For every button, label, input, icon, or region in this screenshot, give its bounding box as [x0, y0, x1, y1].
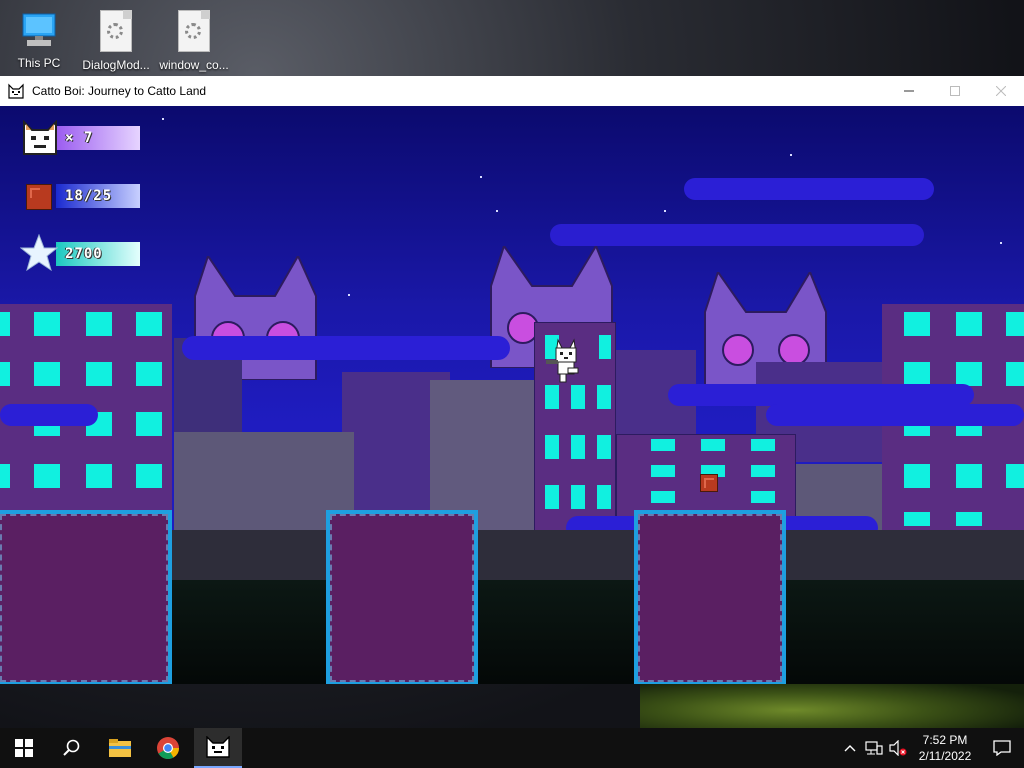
hud-score: 2700	[20, 234, 142, 272]
desktop-icon-window-config[interactable]: window_co...	[155, 8, 233, 72]
notification-icon	[993, 740, 1011, 756]
start-icon	[15, 739, 33, 757]
star-decoration	[496, 210, 498, 212]
background-building	[430, 380, 542, 530]
chrome-icon	[157, 737, 179, 759]
star-decoration	[790, 154, 792, 156]
network-button[interactable]	[862, 728, 886, 768]
window-title: Catto Boi: Journey to Catto Land	[32, 84, 207, 98]
volume-button[interactable]	[886, 728, 910, 768]
star-decoration	[1000, 242, 1002, 244]
cloud	[182, 336, 510, 360]
start-button[interactable]	[0, 728, 48, 768]
clock-time: 7:52 PM	[922, 733, 968, 747]
volume-muted-icon	[889, 740, 907, 756]
chevron-up-icon	[844, 745, 856, 752]
taskbar-clock[interactable]: 7:52 PM 2/11/2022	[910, 732, 980, 764]
platform-block	[634, 510, 786, 684]
star-decoration	[480, 176, 482, 178]
hud-lives: × 7	[20, 118, 142, 156]
coin-icon	[26, 184, 52, 210]
star-decoration	[664, 210, 666, 212]
chrome-button[interactable]	[144, 728, 192, 768]
hud-coins: 18/25	[20, 176, 142, 214]
cloud	[766, 404, 1024, 426]
star-decoration	[162, 118, 164, 120]
maximize-button[interactable]	[932, 76, 978, 106]
catto-boi-app-icon	[206, 736, 230, 758]
window-titlebar[interactable]: Catto Boi: Journey to Catto Land	[0, 76, 1024, 106]
settings-file-icon	[100, 10, 132, 52]
show-hidden-icons-button[interactable]	[838, 728, 862, 768]
star-decoration	[348, 294, 350, 296]
catto-boi-app-icon	[8, 83, 24, 99]
catto-boi-taskbar-button[interactable]	[194, 728, 242, 768]
coin-pickup	[700, 474, 718, 492]
computer-icon	[17, 8, 61, 52]
platform-block	[0, 510, 172, 684]
taskbar: 7:52 PM 2/11/2022	[0, 728, 1024, 768]
desktop-icon-label: window_co...	[159, 58, 229, 72]
file-explorer-button[interactable]	[96, 728, 144, 768]
cloud	[550, 224, 924, 246]
desktop-icon-label: DialogMod...	[82, 58, 150, 72]
desktop-icon-dialogmod[interactable]: DialogMod...	[77, 8, 155, 72]
cloud	[0, 404, 98, 426]
file-explorer-icon	[109, 739, 131, 757]
game-window[interactable]: Catto Boi: Journey to Catto Land × 7 18/…	[0, 76, 1024, 684]
search-button[interactable]	[48, 728, 96, 768]
clock-date: 2/11/2022	[918, 749, 972, 763]
desktop-wallpaper-grass	[640, 680, 1024, 730]
cat-face-icon	[23, 120, 57, 155]
desktop-icon-label: This PC	[17, 56, 61, 70]
platform-block	[326, 510, 478, 684]
coins-count: 18/25	[65, 188, 113, 204]
system-tray: 7:52 PM 2/11/2022	[838, 728, 1024, 768]
close-button[interactable]	[978, 76, 1024, 106]
cloud	[668, 384, 974, 406]
settings-file-icon	[178, 10, 210, 52]
desktop-icon-this-pc[interactable]: This PC	[0, 8, 78, 70]
network-icon	[865, 741, 883, 755]
player-cat-sprite	[546, 338, 579, 383]
score-value: 2700	[65, 246, 103, 262]
search-icon	[63, 739, 80, 756]
game-canvas[interactable]: × 7 18/25 2700	[0, 106, 1024, 684]
lives-count: × 7	[65, 130, 94, 146]
cloud	[684, 178, 934, 200]
notification-center-button[interactable]	[980, 728, 1024, 768]
star-icon	[20, 234, 58, 272]
minimize-button[interactable]	[886, 76, 932, 106]
